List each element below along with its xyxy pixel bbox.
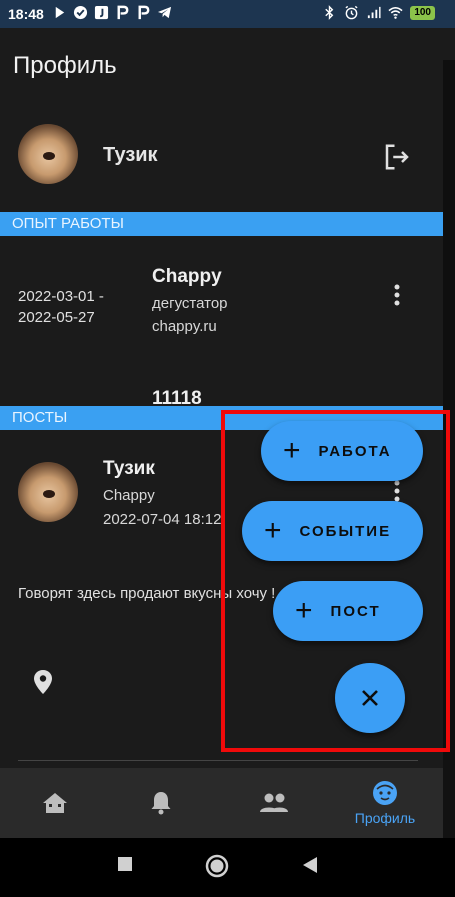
nav-friends[interactable] <box>219 768 329 838</box>
people-icon <box>260 793 288 812</box>
check-circle-icon <box>73 5 88 20</box>
battery-indicator: 100 <box>410 5 435 20</box>
p-app-icon <box>117 5 129 20</box>
bottom-navigation: Профиль <box>0 768 443 838</box>
home-icon <box>43 793 67 813</box>
bell-icon <box>151 792 171 815</box>
nav-profile-label: Профиль <box>354 810 416 826</box>
system-icons: 100 <box>322 5 435 20</box>
post-author: Тузик <box>103 458 155 479</box>
page-title: Профиль <box>13 52 117 79</box>
signal-icon <box>368 6 381 19</box>
bluetooth-icon <box>325 5 334 20</box>
wifi-icon <box>388 7 403 19</box>
nav-notifications[interactable] <box>106 768 216 838</box>
profile-name: Тузик <box>103 144 158 166</box>
alarm-icon <box>345 5 358 20</box>
status-bar: 18:48 100 <box>0 0 455 28</box>
job-dates: 2022-03-01 - 2022-05-27 <box>18 288 104 326</box>
recents-icon[interactable] <box>117 856 133 872</box>
j-app-icon <box>94 5 109 20</box>
more-vert-icon[interactable] <box>388 282 406 308</box>
home-circle-icon[interactable] <box>205 854 229 878</box>
notification-icons <box>52 5 172 20</box>
status-time: 18:48 <box>8 6 44 22</box>
avatar <box>18 124 78 184</box>
job-position: дегустатор <box>152 295 228 312</box>
child-face-icon <box>373 781 397 805</box>
divider <box>18 760 418 761</box>
post-avatar <box>18 462 78 522</box>
p-app-icon-2 <box>138 5 150 20</box>
app-bar: Профиль <box>0 28 455 108</box>
post-datetime: 2022-07-04 18:12 <box>103 511 222 528</box>
nav-home[interactable] <box>0 768 110 838</box>
job-company: Chappy <box>152 266 222 287</box>
profile-header: Тузик <box>0 108 443 212</box>
job-site: chappy.ru <box>152 318 217 335</box>
nav-profile[interactable]: Профиль <box>330 768 440 838</box>
system-navigation-bar <box>0 838 455 897</box>
post-company: Chappy <box>103 487 155 504</box>
telegram-icon <box>157 6 172 19</box>
location-pin-icon[interactable] <box>31 668 55 696</box>
job-item[interactable]: 2022-03-01 - 2022-05-27 Chappy дегустато… <box>0 216 443 335</box>
highlight-box <box>221 410 450 752</box>
play-icon <box>55 6 65 19</box>
back-icon[interactable] <box>302 856 318 874</box>
logout-icon[interactable] <box>382 142 412 172</box>
